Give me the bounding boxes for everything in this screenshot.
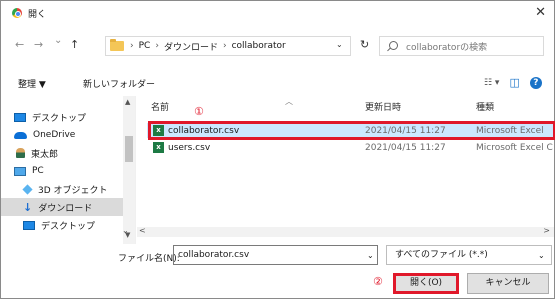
sidebar-collapse-chevron-icon[interactable]: ⌄	[122, 226, 129, 235]
new-folder-button[interactable]: 新しいフォルダー	[83, 77, 155, 90]
user-icon	[16, 148, 25, 158]
scroll-up-icon[interactable]: ▲	[125, 98, 130, 106]
breadcrumb-downloads[interactable]: ダウンロード	[164, 40, 218, 53]
horizontal-scrollbar[interactable]: < >	[137, 226, 554, 237]
sidebar-item-label: OneDrive	[33, 130, 76, 140]
filename-history-chevron-icon[interactable]: ⌄	[367, 251, 374, 260]
file-name: users.csv	[168, 142, 211, 153]
scroll-left-icon[interactable]: <	[139, 226, 146, 235]
column-header-modified[interactable]: 更新日時	[365, 100, 401, 113]
breadcrumb-separator: ›	[130, 41, 134, 51]
file-type-chevron-icon[interactable]: ⌄	[538, 251, 545, 260]
up-folder-button[interactable]: ↑	[70, 38, 79, 51]
address-bar[interactable]: › PC › ダウンロード › collaborator	[105, 36, 351, 56]
file-type: Microsoft Excel C	[476, 142, 553, 153]
annotation-marker-1: ①	[194, 105, 204, 118]
chrome-app-icon	[12, 8, 22, 18]
breadcrumb-pc[interactable]: PC	[139, 41, 151, 51]
sort-ascending-icon: ︿	[285, 97, 293, 106]
breadcrumb-collaborator[interactable]: collaborator	[232, 41, 286, 51]
scroll-right-icon[interactable]: >	[543, 226, 550, 235]
view-controls: ☷ ▾ ◫ ?	[484, 76, 542, 89]
navigation-bar: ← → ⌄ ↑ › PC › ダウンロード › collaborator ⌄ ↻…	[1, 34, 554, 58]
sidebar-item-pc[interactable]: PC	[1, 162, 123, 180]
sidebar-item-user[interactable]: 東太郎	[1, 144, 123, 162]
organize-menu[interactable]: 整理 ▼	[18, 77, 46, 90]
open-file-dialog: 開く ✕ ← → ⌄ ↑ › PC › ダウンロード › collaborato…	[0, 0, 555, 299]
desktop-icon	[23, 220, 35, 230]
sidebar-item-label: 3D オブジェクト	[38, 185, 108, 196]
command-toolbar: 整理 ▼ 新しいフォルダー ☷ ▾ ◫ ?	[1, 73, 554, 95]
sidebar-item-label: ダウンロード	[38, 203, 93, 214]
search-placeholder: collaboratorの検索	[406, 42, 488, 53]
column-header-name[interactable]: 名前	[151, 100, 169, 113]
sidebar-item-desktop-2[interactable]: デスクトップ	[1, 216, 123, 234]
filename-label: ファイル名(N):	[118, 254, 180, 264]
navigation-pane: デスクトップ OneDrive 東太郎 PC 3D オブジェクト ↓ ダウンロー…	[1, 96, 136, 244]
sidebar-item-label: デスクトップ	[41, 221, 96, 232]
breadcrumb-separator: ›	[155, 41, 159, 51]
sidebar-item-label: PC	[32, 166, 44, 176]
sidebar-item-3d-objects[interactable]: 3D オブジェクト	[1, 180, 123, 198]
highlight-box-file	[148, 121, 555, 140]
open-button[interactable]: 開く(O)	[393, 273, 459, 294]
view-options-icon[interactable]: ☷ ▾	[484, 78, 499, 88]
cube-icon	[22, 183, 33, 195]
desktop-icon	[14, 112, 26, 122]
column-header-type[interactable]: 種類	[476, 100, 494, 113]
window-title: 開く	[28, 9, 47, 20]
annotation-marker-2: ②	[373, 275, 383, 288]
download-icon: ↓	[23, 200, 33, 214]
sidebar-item-downloads[interactable]: ↓ ダウンロード	[1, 198, 123, 216]
sidebar-item-label: デスクトップ	[32, 113, 87, 124]
recent-locations-chevron-icon[interactable]: ⌄	[54, 35, 62, 46]
sidebar-item-desktop[interactable]: デスクトップ	[1, 108, 123, 126]
close-button[interactable]: ✕	[535, 5, 546, 20]
title-bar: 開く ✕	[1, 1, 554, 25]
pc-icon	[14, 166, 26, 176]
refresh-button[interactable]: ↻	[360, 38, 369, 51]
preview-pane-icon[interactable]: ◫	[509, 76, 519, 89]
address-history-chevron-icon[interactable]: ⌄	[336, 40, 343, 49]
help-button[interactable]: ?	[529, 76, 542, 89]
cloud-icon	[14, 131, 27, 139]
table-row[interactable]: x users.csv 2021/04/15 11:27 Microsoft E…	[147, 140, 555, 155]
excel-csv-icon: x	[153, 142, 164, 153]
sidebar-scrollbar[interactable]: ▲ ▼	[123, 96, 135, 244]
scrollbar-thumb[interactable]	[125, 136, 133, 162]
cancel-button[interactable]: キャンセル	[467, 273, 549, 294]
folder-icon	[110, 39, 124, 51]
file-type-select[interactable]: すべてのファイル (*.*)	[386, 245, 552, 265]
filename-field[interactable]: collaborator.csv	[173, 245, 378, 265]
file-modified: 2021/04/15 11:27	[365, 142, 446, 153]
search-icon	[389, 41, 398, 50]
sidebar-item-label: 東太郎	[31, 149, 59, 160]
breadcrumb-separator: ›	[222, 41, 227, 51]
search-input[interactable]: collaboratorの検索	[379, 36, 544, 56]
sidebar-item-onedrive[interactable]: OneDrive	[1, 126, 123, 144]
back-button[interactable]: ←	[15, 38, 24, 51]
forward-button[interactable]: →	[34, 38, 43, 51]
